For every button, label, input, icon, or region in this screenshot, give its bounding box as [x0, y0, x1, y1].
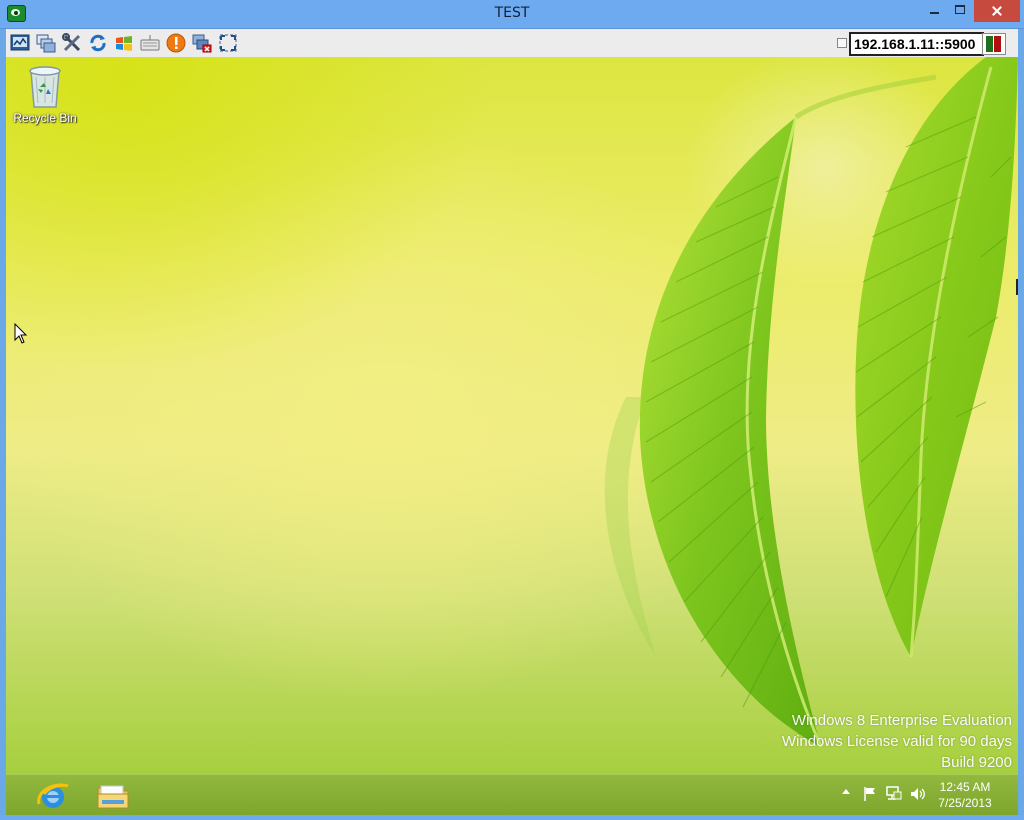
- file-explorer-icon: [97, 785, 129, 809]
- window-title-bar[interactable]: TEST: [0, 0, 1024, 29]
- maximize-button[interactable]: [946, 0, 974, 22]
- taskbar-internet-explorer[interactable]: [28, 777, 78, 815]
- clock-date: 7/25/2013: [938, 796, 992, 810]
- clock-time: 12:45 AM: [939, 780, 991, 794]
- recycle-bin-icon: [29, 66, 61, 108]
- show-hidden-icons-button[interactable]: [842, 789, 850, 794]
- close-button[interactable]: [974, 0, 1020, 22]
- leaf-wallpaper: [604, 57, 1018, 748]
- fullscreen-icon[interactable]: [217, 32, 239, 54]
- window-bottom-border: [0, 815, 1024, 820]
- watermark-license: Windows License valid for 90 days: [781, 733, 1012, 750]
- network-icon[interactable]: [885, 785, 903, 803]
- watermark-build: Build 9200: [941, 754, 1012, 771]
- multi-window-icon[interactable]: [35, 32, 57, 54]
- charms-edge-marker: [1016, 279, 1018, 295]
- keyboard-icon[interactable]: [139, 32, 161, 54]
- windows-key-icon[interactable]: [113, 32, 135, 54]
- alert-icon[interactable]: [165, 32, 187, 54]
- taskbar-clock[interactable]: 12:45 AM 7/25/2013: [930, 779, 1000, 811]
- volume-icon[interactable]: [909, 785, 927, 803]
- watermark-edition: Windows 8 Enterprise Evaluation: [791, 712, 1012, 729]
- recycle-bin-shortcut[interactable]: Recycle Bin: [10, 63, 80, 135]
- windows-evaluation-watermark: Windows 8 Enterprise Evaluation Windows …: [782, 710, 1012, 773]
- server-address-field[interactable]: 192.168.1.11::5900: [849, 32, 984, 56]
- viewer-toolbar: 192.168.1.11::5900: [6, 29, 1018, 58]
- mouse-cursor-icon: [14, 323, 28, 344]
- refresh-icon[interactable]: [87, 32, 109, 54]
- remote-desktop[interactable]: Recycle Bin Windows 8 Enterprise Evaluat…: [6, 57, 1018, 774]
- minimize-button[interactable]: [920, 0, 948, 22]
- connection-status-indicator: [982, 33, 1006, 55]
- recycle-bin-label: Recycle Bin: [13, 111, 77, 125]
- window-title: TEST: [494, 5, 530, 21]
- internet-explorer-icon: [37, 783, 69, 808]
- taskbar-file-explorer[interactable]: [88, 777, 138, 815]
- tools-icon[interactable]: [61, 32, 83, 54]
- disconnect-icon[interactable]: [191, 32, 213, 54]
- action-center-flag-icon[interactable]: [861, 785, 879, 803]
- connection-options-icon[interactable]: [9, 32, 31, 54]
- toolbar-checkbox[interactable]: [837, 38, 847, 48]
- taskbar: 12:45 AM 7/25/2013: [6, 774, 1018, 816]
